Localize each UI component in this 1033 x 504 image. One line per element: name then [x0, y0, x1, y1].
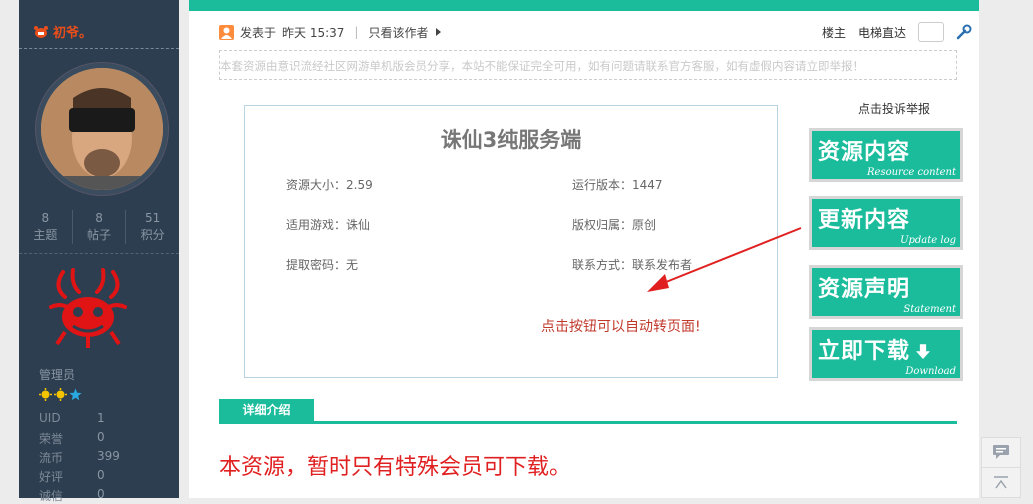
redirect-hint: 点击按钮可以自动转页面! — [541, 319, 701, 335]
star-icon — [69, 388, 82, 401]
sun-icon — [39, 388, 52, 401]
floating-toolbar — [981, 437, 1021, 498]
update-log-button[interactable]: 更新内容 Update log — [809, 196, 963, 250]
divider — [19, 48, 179, 49]
stat-posts[interactable]: 8 帖子 — [73, 210, 127, 244]
resource-game: 适用游戏：诛仙 — [286, 218, 371, 232]
username[interactable]: 初爷。 — [33, 22, 92, 41]
resource-password: 提取密码：无 — [286, 258, 359, 272]
resource-title: 诛仙3纯服务端 — [440, 128, 582, 152]
post-content: 发表于 昨天 15:37 | 只看该作者 楼主 电梯直达 本套资源由意识流经社区… — [189, 0, 979, 498]
floor-jump-input[interactable] — [918, 22, 945, 42]
user-role: 管理员 — [39, 368, 76, 382]
tab-details[interactable]: 详细介绍 — [219, 399, 314, 421]
detail-uid: UID 1 — [39, 411, 105, 425]
back-to-top-button[interactable] — [982, 468, 1020, 498]
disclaimer-notice: 本套资源由意识流经社区网游单机版会员分享，本站不能保证完全可用，如有问题请联系官… — [219, 50, 957, 80]
divider — [19, 253, 179, 254]
download-arrow-icon — [916, 344, 931, 359]
resource-size: 资源大小：2.59 — [286, 178, 373, 192]
floor-label: 楼主 — [822, 25, 847, 40]
statement-button[interactable]: 资源声明 Statement — [809, 265, 963, 319]
download-button[interactable]: 立即下载 Download — [809, 327, 963, 381]
pointer-arrow-icon — [647, 227, 802, 292]
group-emblem-icon — [43, 262, 133, 352]
user-icon — [219, 24, 234, 40]
avatar[interactable] — [36, 63, 168, 195]
stat-credits[interactable]: 51 积分 — [126, 210, 179, 244]
post-meta: 发表于 昨天 15:37 | 只看该作者 — [219, 22, 442, 42]
wrench-icon[interactable] — [956, 24, 972, 40]
user-stats: 8 主题 8 帖子 51 积分 — [19, 210, 179, 244]
detail-honor: 荣誉 0 — [39, 430, 105, 446]
caret-right-icon — [436, 28, 442, 36]
detail-credit: 诚信 0 — [39, 487, 105, 503]
elevator-label: 电梯直达 — [858, 25, 907, 40]
separator: | — [354, 25, 359, 39]
detail-tab-bar: 详细介绍 — [219, 399, 957, 424]
comment-icon — [993, 445, 1009, 459]
detail-rating: 好评 0 — [39, 468, 105, 484]
floor-controls: 楼主 电梯直达 — [822, 22, 972, 42]
stat-threads[interactable]: 8 主题 — [19, 210, 73, 244]
detail-coins: 流币 399 — [39, 449, 120, 465]
resource-content-button[interactable]: 资源内容 Resource content — [809, 128, 963, 182]
user-badge-icon — [33, 25, 49, 39]
arrow-up-icon — [994, 476, 1008, 489]
resource-version: 运行版本：1447 — [572, 178, 663, 192]
thread-title-bar — [189, 0, 979, 11]
reply-button[interactable] — [982, 438, 1020, 468]
restriction-notice: 本资源，暂时只有特殊会员可下载。 — [219, 455, 572, 480]
rank-stars — [39, 388, 82, 401]
report-link[interactable]: 点击投诉举报 — [858, 100, 930, 117]
user-sidebar: 初爷。 8 主题 8 帖子 51 积分 管理员 UID 1 荣誉 0 流币 39… — [19, 0, 179, 503]
sun-icon — [54, 388, 67, 401]
only-author-link[interactable]: 只看该作者 — [368, 24, 428, 41]
